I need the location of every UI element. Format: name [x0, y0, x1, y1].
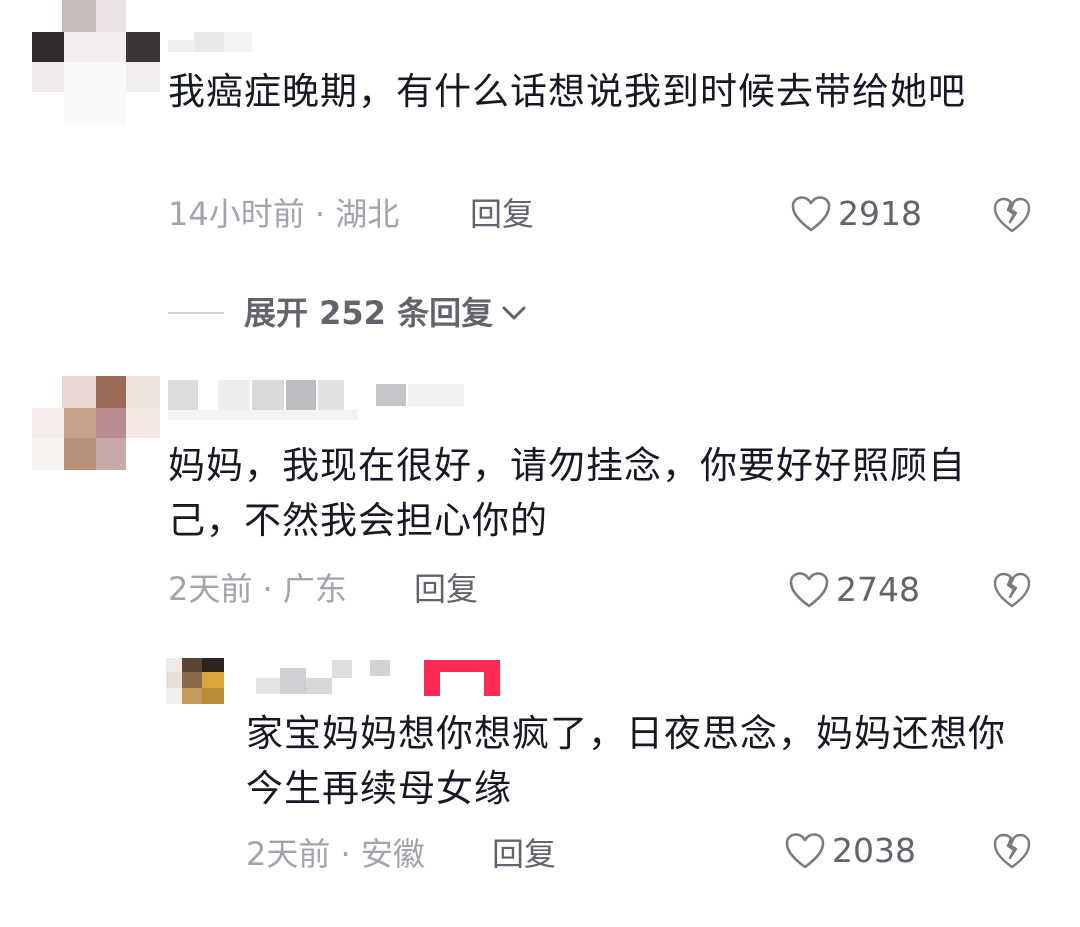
comment-text: 我癌症晚期，有什么话想说我到时候去带给她吧 [168, 70, 966, 113]
like-button[interactable]: 2038 [784, 831, 916, 871]
reply-button[interactable]: 回复 [492, 834, 556, 874]
avatar[interactable] [32, 376, 160, 482]
divider-line [168, 312, 224, 314]
like-count: 2918 [838, 194, 922, 233]
username-blurred[interactable] [168, 32, 252, 54]
like-count: 2748 [836, 570, 920, 609]
heart-outline-icon [791, 196, 831, 232]
username-blurred[interactable] [256, 660, 506, 696]
broken-heart-icon[interactable] [992, 196, 1032, 234]
reply-button[interactable]: 回复 [414, 569, 478, 609]
comment-time-location: 14小时前 · 湖北 [168, 195, 400, 233]
username-blurred[interactable] [160, 376, 476, 420]
reply-button[interactable]: 回复 [470, 194, 534, 234]
reply-text: 家宝妈妈想你想疯了，日夜思念，妈妈还想你今生再续母女缘 [246, 712, 1006, 810]
broken-heart-icon[interactable] [992, 832, 1032, 870]
expand-replies-button[interactable]: 展开 252 条回复 [168, 291, 527, 335]
avatar[interactable] [166, 658, 224, 704]
expand-replies-label: 展开 252 条回复 [244, 294, 494, 332]
like-button[interactable]: 2748 [788, 570, 920, 610]
reply-time-location: 2天前 · 安徽 [246, 835, 425, 873]
chevron-down-icon [502, 306, 526, 320]
avatar[interactable] [32, 0, 160, 125]
heart-outline-icon [789, 572, 829, 608]
comment-text: 妈妈，我现在很好，请勿挂念，你要好好照顾自己，不然我会担心你的 [168, 444, 966, 542]
heart-outline-icon [785, 833, 825, 869]
like-count: 2038 [832, 831, 916, 870]
broken-heart-icon[interactable] [992, 571, 1032, 609]
comment-time-location: 2天前 · 广东 [168, 570, 347, 608]
like-button[interactable]: 2918 [790, 194, 922, 234]
